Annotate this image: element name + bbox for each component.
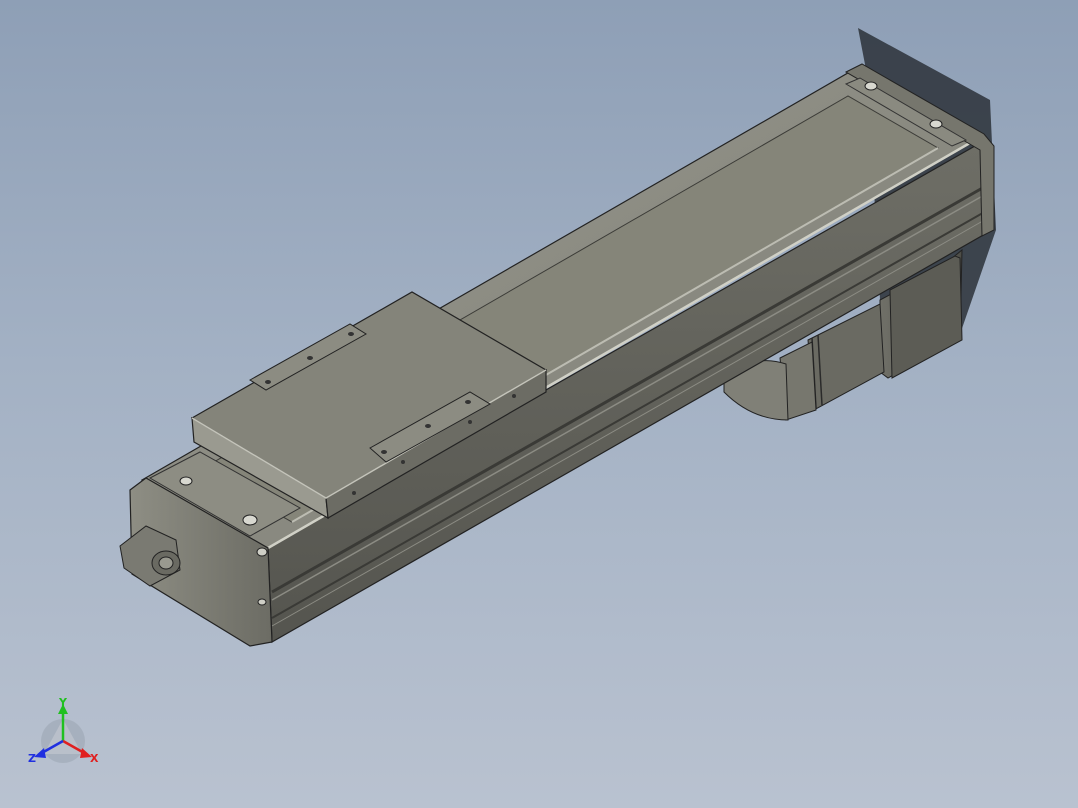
model-canvas[interactable]: Y X Z (0, 0, 1078, 808)
z-axis-label: Z (28, 752, 36, 765)
y-axis-label: Y (58, 696, 68, 709)
3d-viewport[interactable]: Y X Z (0, 0, 1078, 808)
x-axis-label: X (90, 752, 99, 765)
orientation-triad[interactable]: Y X Z (28, 696, 99, 765)
